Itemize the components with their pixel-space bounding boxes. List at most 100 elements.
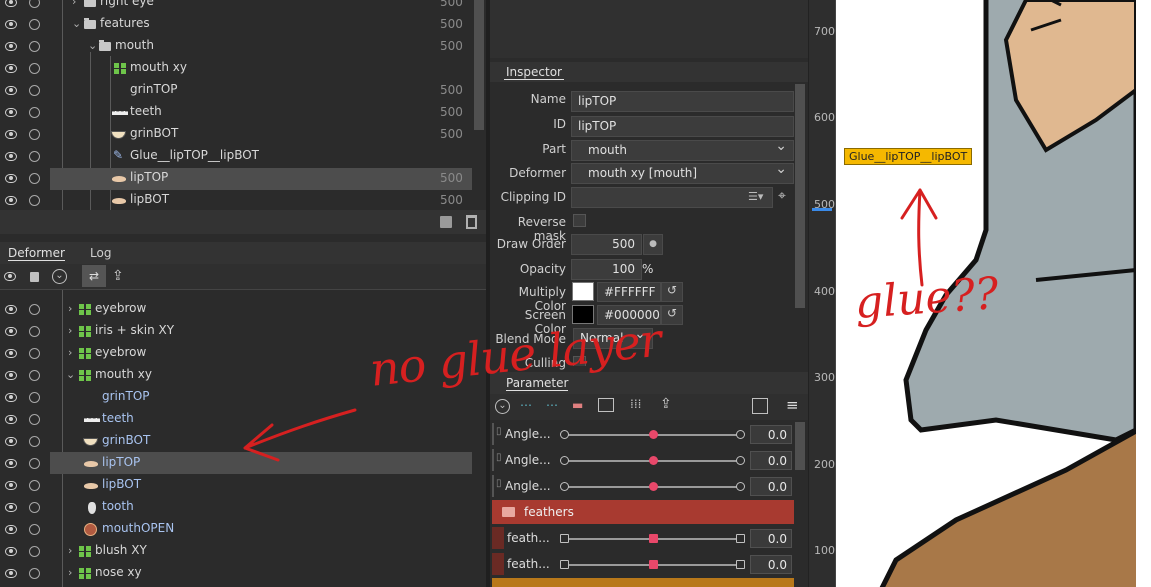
chevron-right-icon[interactable]: › — [68, 544, 72, 557]
lock-circle-icon[interactable] — [29, 524, 40, 535]
lock-circle-icon[interactable] — [29, 85, 40, 96]
visibility-eye-icon[interactable] — [5, 481, 17, 490]
param-group-feathers[interactable]: feathers — [492, 500, 794, 524]
lock-circle-icon[interactable] — [29, 348, 40, 359]
expand-circle-icon[interactable]: ⌄ — [52, 269, 67, 284]
param-value-field[interactable]: 0.0 — [750, 425, 792, 444]
inspector-scrollbar[interactable] — [795, 84, 805, 308]
opacity-field[interactable]: 100 — [571, 259, 642, 280]
lock-circle-icon[interactable] — [29, 41, 40, 52]
deformer-row[interactable]: tooth — [0, 497, 472, 519]
slider-max-handle[interactable] — [736, 456, 745, 465]
draw-order-stepper[interactable]: ● — [643, 234, 663, 255]
slider-max-handle[interactable] — [736, 560, 745, 569]
chevron-right-icon[interactable]: › — [68, 566, 72, 579]
copy-icon[interactable] — [440, 216, 452, 228]
visibility-eye-icon[interactable] — [5, 20, 17, 29]
tab-inspector[interactable]: Inspector — [504, 65, 564, 80]
param-row[interactable]: ▯ Angle... 0.0 — [492, 449, 794, 471]
swap-icon[interactable]: ⇄ — [82, 265, 106, 287]
lock-circle-icon[interactable] — [29, 63, 40, 74]
lock-circle-icon[interactable] — [29, 173, 40, 184]
tree-row[interactable]: ⌄ features 500 — [0, 14, 472, 36]
draw-order-field[interactable]: 500 — [571, 234, 642, 255]
slider-knob[interactable] — [648, 456, 658, 465]
parameter-scrollbar[interactable] — [795, 422, 805, 470]
tree-row[interactable]: ✎ Glue__lipTOP__lipBOT — [0, 146, 472, 168]
lock-circle-icon[interactable] — [29, 19, 40, 30]
add-key-icon[interactable]: ⋯ — [520, 398, 532, 412]
scrollbar[interactable] — [474, 0, 484, 130]
add-key-multi-icon[interactable]: ⋯ — [546, 398, 558, 412]
visibility-eye-icon[interactable] — [5, 174, 17, 183]
tree-row[interactable]: mouth xy — [0, 58, 472, 80]
slider-max-handle[interactable] — [736, 482, 745, 491]
deformer-row[interactable]: teeth — [0, 409, 472, 431]
chevron-right-icon[interactable]: › — [68, 302, 72, 315]
visibility-eye-icon[interactable] — [5, 547, 17, 556]
param-row[interactable]: ▯ Angle... 0.0 — [492, 423, 794, 445]
deformer-row[interactable]: mouthOPEN — [0, 519, 472, 541]
slider-min-handle[interactable] — [560, 430, 569, 439]
reverse-mask-checkbox[interactable] — [573, 214, 586, 227]
visibility-eye-icon[interactable] — [5, 86, 17, 95]
slider-min-handle[interactable] — [560, 560, 569, 569]
lock-icon[interactable] — [30, 272, 39, 282]
lock-circle-icon[interactable] — [29, 480, 40, 491]
param-row[interactable]: ▯ Angle... 0.0 — [492, 475, 794, 497]
visibility-eye-icon[interactable] — [5, 42, 17, 51]
id-field[interactable]: lipTOP — [571, 116, 794, 137]
visibility-eye-icon[interactable] — [5, 305, 17, 314]
param-row[interactable]: feath... 0.0 — [492, 527, 794, 549]
lock-circle-icon[interactable] — [29, 0, 40, 8]
chevron-down-icon[interactable]: ⌄ — [72, 17, 81, 30]
param-value-field[interactable]: 0.0 — [750, 529, 792, 548]
visibility-eye-icon[interactable] — [5, 349, 17, 358]
chevron-right-icon[interactable]: › — [68, 346, 72, 359]
clipping-field[interactable] — [571, 187, 773, 208]
tree-row[interactable]: lipTOP 500 — [0, 168, 472, 190]
visibility-eye-icon[interactable] — [5, 108, 17, 117]
target-icon[interactable]: ⌖ — [778, 188, 786, 204]
visibility-eye-icon[interactable] — [5, 525, 17, 534]
lock-circle-icon[interactable] — [29, 458, 40, 469]
lock-circle-icon[interactable] — [29, 436, 40, 447]
slider-knob[interactable] — [648, 534, 658, 543]
deformer-row[interactable]: › eyebrow — [0, 299, 472, 321]
chevron-down-icon[interactable]: ⌄ — [66, 368, 75, 381]
lock-circle-icon[interactable] — [29, 326, 40, 337]
tab-log[interactable]: Log — [90, 246, 111, 260]
lock-circle-icon[interactable] — [29, 151, 40, 162]
lock-circle-icon[interactable] — [29, 195, 40, 206]
slider-max-handle[interactable] — [736, 430, 745, 439]
lock-circle-icon[interactable] — [29, 370, 40, 381]
visibility-eye-icon[interactable] — [5, 393, 17, 402]
name-field[interactable]: lipTOP — [571, 91, 794, 112]
lock-circle-icon[interactable] — [29, 546, 40, 557]
part-dropdown[interactable]: mouth — [571, 140, 794, 161]
tree-row[interactable]: teeth 500 — [0, 102, 472, 124]
param-value-field[interactable]: 0.0 — [750, 555, 792, 574]
visibility-eye-icon[interactable] — [5, 327, 17, 336]
slider-max-handle[interactable] — [736, 534, 745, 543]
deformer-row[interactable]: › nose xy — [0, 563, 472, 585]
deformer-row[interactable]: lipTOP — [0, 453, 472, 475]
remove-key-icon[interactable]: ▬ — [572, 398, 583, 412]
param-value-field[interactable]: 0.0 — [750, 451, 792, 470]
visibility-eye-icon[interactable] — [5, 371, 17, 380]
clipboard-icon[interactable] — [752, 398, 768, 414]
table-view-icon[interactable] — [598, 398, 614, 412]
visibility-eye-icon[interactable] — [5, 152, 17, 161]
reset-icon[interactable]: ↺ — [661, 282, 683, 302]
visibility-eye-icon[interactable] — [5, 459, 17, 468]
slider-min-handle[interactable] — [560, 456, 569, 465]
tree-row[interactable]: grinBOT 500 — [0, 124, 472, 146]
list-menu-icon[interactable]: ☰▾ — [748, 190, 763, 203]
visibility-eye-icon[interactable] — [5, 437, 17, 446]
lock-circle-icon[interactable] — [29, 568, 40, 579]
tab-deformer[interactable]: Deformer — [8, 246, 65, 261]
reset-icon[interactable]: ↺ — [661, 305, 683, 325]
slider-knob[interactable] — [648, 482, 658, 491]
visibility-eye-icon[interactable] — [5, 569, 17, 578]
export-lock-icon[interactable]: ⇪ — [660, 396, 672, 412]
